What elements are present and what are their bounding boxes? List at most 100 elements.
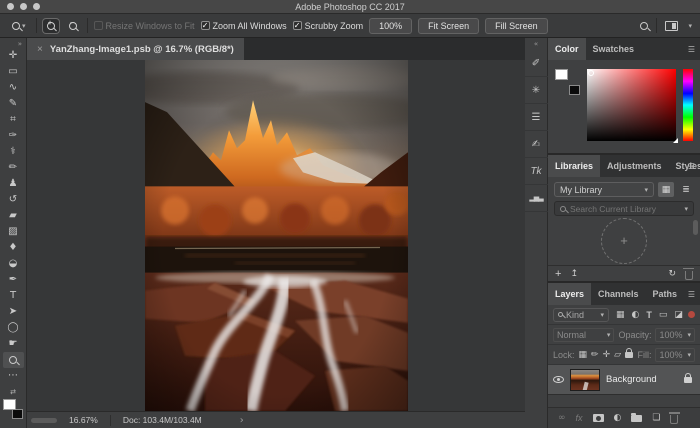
- panel-menu-icon[interactable]: ☰: [688, 45, 695, 54]
- histogram-panel-icon[interactable]: ▂▅▃: [525, 185, 548, 212]
- fit-screen-button[interactable]: Fit Screen: [418, 18, 479, 34]
- add-layer-mask-icon[interactable]: [593, 414, 604, 422]
- tab-adjustments[interactable]: Adjustments: [600, 155, 669, 177]
- lock-transparent-pixels-icon[interactable]: ▦: [579, 350, 588, 360]
- link-layers-icon[interactable]: ∞: [558, 413, 566, 423]
- type-tool[interactable]: T: [3, 288, 24, 304]
- foreground-background-colors[interactable]: [3, 399, 23, 419]
- zoom-in-button[interactable]: +: [43, 19, 59, 33]
- lock-all-icon[interactable]: [625, 352, 633, 358]
- new-group-icon[interactable]: [631, 415, 642, 422]
- notes-panel-icon[interactable]: ✍: [525, 131, 548, 158]
- lock-image-pixels-icon[interactable]: ✏: [591, 350, 599, 360]
- new-adjustment-layer-icon[interactable]: ◐: [614, 413, 622, 423]
- hand-tool[interactable]: ☛: [3, 336, 24, 352]
- actions-panel-icon[interactable]: ✳: [525, 77, 548, 104]
- history-brush-tool[interactable]: ↺: [3, 192, 24, 208]
- zoom-out-button[interactable]: −: [65, 19, 81, 33]
- lasso-tool[interactable]: ∿: [3, 80, 24, 96]
- eraser-tool[interactable]: ▰: [3, 208, 24, 224]
- path-selection-tool[interactable]: ➤: [3, 304, 24, 320]
- swap-colors-icon[interactable]: ⇄: [10, 388, 16, 396]
- background-color-chip[interactable]: [12, 409, 23, 419]
- lock-artboard-icon[interactable]: ▱: [614, 350, 621, 360]
- vertical-scrollbar-thumb[interactable]: [693, 220, 698, 235]
- filter-smart-objects-icon[interactable]: ◪: [674, 310, 683, 320]
- tab-color[interactable]: Color: [548, 38, 586, 60]
- background-color-chip[interactable]: [569, 85, 580, 95]
- layer-row-background[interactable]: Background: [548, 365, 700, 395]
- tab-styles[interactable]: Styles: [669, 155, 700, 177]
- new-layer-icon[interactable]: ❏: [652, 413, 660, 423]
- layer-thumbnail[interactable]: [570, 369, 600, 391]
- tab-layers[interactable]: Layers: [548, 283, 591, 305]
- library-select[interactable]: My Library ▾: [554, 182, 654, 197]
- fill-select[interactable]: 100% ▾: [655, 348, 695, 362]
- toolbar-expand-chevron-icon[interactable]: »: [18, 40, 26, 48]
- layer-visibility-eye-icon[interactable]: [553, 376, 564, 383]
- library-dropzone[interactable]: +: [548, 216, 700, 265]
- crop-tool[interactable]: ⌗: [3, 112, 24, 128]
- panel-menu-icon[interactable]: ☰: [688, 290, 695, 299]
- opacity-select[interactable]: 100% ▾: [655, 328, 695, 342]
- eyedropper-tool[interactable]: ✑: [3, 128, 24, 144]
- delete-library-item-icon[interactable]: [685, 271, 693, 280]
- spot-healing-brush-tool[interactable]: ⚕: [3, 144, 24, 160]
- pen-tool[interactable]: ✒: [3, 272, 24, 288]
- tab-channels[interactable]: Channels: [591, 283, 646, 305]
- scrubby-zoom-checkbox[interactable]: ✓ Scrubby Zoom: [293, 21, 364, 31]
- library-search-field[interactable]: ▾: [554, 201, 694, 216]
- move-tool[interactable]: ✛: [3, 48, 24, 64]
- brush-tool[interactable]: ✏: [3, 160, 24, 176]
- fill-screen-button[interactable]: Fill Screen: [485, 18, 548, 34]
- tab-swatches[interactable]: Swatches: [586, 38, 642, 60]
- tab-paths[interactable]: Paths: [646, 283, 685, 305]
- hue-slider[interactable]: [683, 69, 693, 141]
- filter-toggle-dot[interactable]: [688, 311, 695, 318]
- new-library-element-button[interactable]: +: [555, 268, 561, 280]
- document-tab[interactable]: × YanZhang-Image1.psb @ 16.7% (RGB/8*): [27, 38, 244, 60]
- workspace-switcher-icon[interactable]: [665, 21, 678, 31]
- edit-toolbar-button[interactable]: ⋯: [3, 368, 24, 384]
- tab-libraries[interactable]: Libraries: [548, 155, 600, 177]
- layer-name[interactable]: Background: [606, 374, 678, 385]
- resize-windows-checkbox[interactable]: Resize Windows to Fit: [94, 21, 195, 31]
- properties-panel-icon[interactable]: ☰: [525, 104, 548, 131]
- status-expander-chevron-icon[interactable]: ›: [240, 415, 244, 426]
- quick-selection-tool[interactable]: ✎: [3, 96, 24, 112]
- list-view-button[interactable]: ≣: [678, 182, 694, 197]
- current-tool-button[interactable]: ▾: [8, 19, 30, 33]
- blur-tool[interactable]: ♦: [3, 240, 24, 256]
- actual-pixels-button[interactable]: 100%: [369, 18, 412, 34]
- filter-adjustment-layers-icon[interactable]: ◐: [632, 310, 640, 320]
- horizontal-scrollbar-thumb[interactable]: [31, 418, 57, 423]
- brush-presets-panel-icon[interactable]: ✐: [525, 50, 548, 77]
- layer-style-fx-icon[interactable]: fx: [576, 413, 583, 423]
- panels-collapse-chevron-icon[interactable]: «: [534, 38, 538, 50]
- filter-kind-select[interactable]: Kind ▾: [553, 308, 609, 322]
- foreground-color-chip[interactable]: [555, 69, 568, 80]
- zoom-tool[interactable]: [3, 352, 24, 368]
- filter-type-layers-icon[interactable]: T: [646, 310, 652, 320]
- close-tab-icon[interactable]: ×: [37, 44, 43, 55]
- canvas-area[interactable]: [27, 60, 525, 411]
- rectangular-marquee-tool[interactable]: ▭: [3, 64, 24, 80]
- filter-pixel-layers-icon[interactable]: ▦: [616, 310, 625, 320]
- lock-position-icon[interactable]: ✛: [603, 350, 611, 360]
- blend-mode-select[interactable]: Normal ▾: [553, 328, 614, 342]
- foreground-color-chip[interactable]: [3, 399, 16, 410]
- delete-layer-icon[interactable]: [670, 415, 678, 424]
- panel-menu-icon[interactable]: ☰: [688, 162, 695, 171]
- grid-view-button[interactable]: ▦: [658, 182, 674, 197]
- dodge-tool[interactable]: ◒: [3, 256, 24, 272]
- library-search-input[interactable]: [570, 204, 678, 214]
- zoom-level-field[interactable]: 16.67%: [69, 415, 98, 425]
- zoom-all-windows-checkbox[interactable]: ✓ Zoom All Windows: [201, 21, 287, 31]
- upload-library-icon[interactable]: ↥: [570, 269, 578, 279]
- gradient-tool[interactable]: ▨: [3, 224, 24, 240]
- search-icon[interactable]: [640, 22, 648, 30]
- sync-library-icon[interactable]: ↻: [668, 269, 676, 279]
- saturation-brightness-picker[interactable]: [587, 69, 676, 141]
- filter-shape-layers-icon[interactable]: ▭: [659, 310, 668, 320]
- ellipse-tool[interactable]: ◯: [3, 320, 24, 336]
